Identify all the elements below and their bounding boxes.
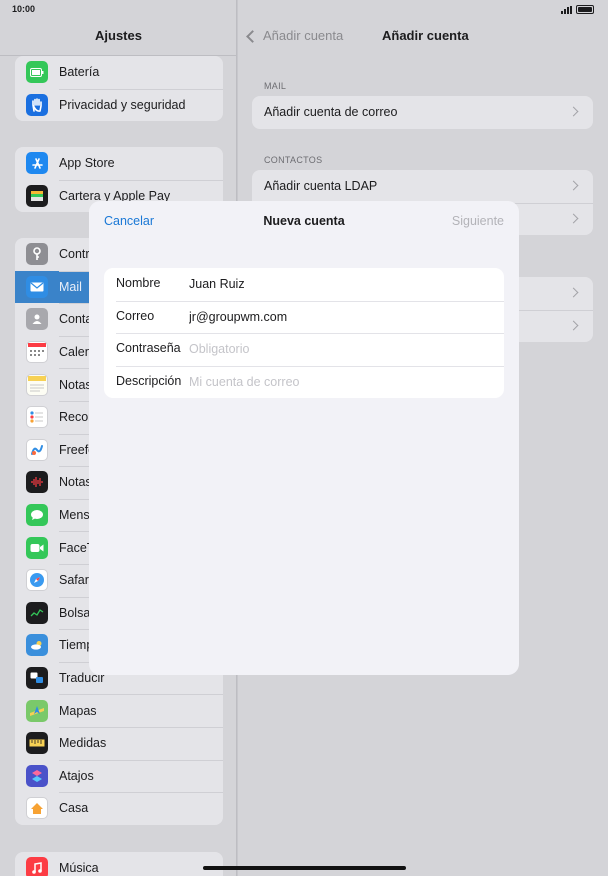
facetime-icon	[26, 536, 48, 559]
email-row: Correo	[104, 300, 504, 334]
measure-icon	[26, 732, 48, 755]
notes-icon	[26, 373, 48, 396]
sidebar-item-casa[interactable]: Casa	[15, 792, 223, 825]
mail-icon	[26, 275, 48, 298]
weather-icon	[26, 634, 48, 657]
hand-icon	[26, 93, 48, 116]
chevron-right-icon	[568, 106, 579, 117]
chevron-right-icon	[568, 287, 579, 298]
email-label: Correo	[116, 308, 155, 323]
chevron-left-icon	[246, 29, 259, 43]
sidebar-item-musica[interactable]: Música	[15, 852, 223, 876]
stocks-icon	[26, 601, 48, 624]
chevron-right-icon	[568, 213, 579, 223]
section-header-mail: MAIL	[264, 81, 287, 91]
name-row: Nombre	[104, 268, 504, 301]
home-icon	[26, 797, 48, 820]
chevron-right-icon	[568, 180, 579, 191]
sidebar-item-app-store[interactable]: App Store	[15, 147, 223, 180]
messages-icon	[26, 504, 48, 527]
sidebar-item-label: Medidas	[59, 736, 107, 751]
maps-icon	[26, 699, 48, 722]
name-field[interactable]	[189, 275, 489, 293]
contacts-icon	[26, 308, 48, 331]
reminders-icon	[26, 406, 48, 429]
sidebar-title: Ajustes	[95, 28, 142, 43]
sidebar-item-medidas[interactable]: Medidas	[15, 726, 223, 760]
app-store-icon	[26, 152, 48, 175]
add-ldap-account-row[interactable]: Añadir cuenta LDAP	[252, 170, 593, 203]
sidebar-item-label: Batería	[59, 65, 100, 80]
music-icon	[26, 857, 48, 876]
sidebar-item-label: Notas	[59, 377, 92, 392]
sidebar-item-label: Casa	[59, 801, 89, 816]
sidebar-item-label: Conta	[59, 312, 93, 327]
detail-nav-bar: Añadir cuenta Añadir cuenta	[238, 28, 608, 48]
sidebar-group-4: Música	[15, 852, 223, 876]
back-button[interactable]: Añadir cuenta	[246, 28, 344, 43]
description-field[interactable]	[189, 372, 489, 391]
sidebar-item-label: Mail	[59, 279, 82, 294]
back-label: Añadir cuenta	[263, 28, 344, 43]
sidebar-item-label: Atajos	[59, 768, 94, 783]
status-bar: 10:00	[0, 0, 608, 20]
sidebar-item-mapas[interactable]: Mapas	[15, 694, 223, 727]
description-label: Descripción	[116, 373, 182, 388]
key-icon	[26, 243, 48, 266]
section-header-contactos: CONTACTOS	[264, 155, 323, 165]
add-mail-account-row[interactable]: Añadir cuenta de correo	[252, 96, 593, 129]
status-time: 10:00	[12, 4, 36, 14]
sidebar-item-label: Contr	[59, 247, 90, 262]
sidebar-item-bateria[interactable]: Batería	[15, 56, 223, 89]
status-indicators	[561, 5, 594, 14]
shortcuts-icon	[26, 764, 48, 787]
detail-title: Añadir cuenta	[382, 28, 469, 43]
home-indicator[interactable]	[203, 866, 406, 870]
next-button[interactable]: Siguiente	[452, 214, 504, 228]
email-field[interactable]	[189, 307, 489, 326]
sidebar-item-atajos[interactable]: Atajos	[15, 759, 223, 793]
battery-status-icon	[576, 5, 594, 14]
sidebar-item-label: Safar	[59, 573, 89, 588]
signal-icon	[561, 5, 572, 14]
password-row: Contraseña	[104, 333, 504, 366]
sidebar-group-1: Batería Privacidad y seguridad	[15, 56, 223, 122]
sidebar-item-label: Mapas	[59, 703, 97, 718]
sidebar-item-privacidad[interactable]: Privacidad y seguridad	[15, 88, 223, 122]
sidebar-item-label: Calen	[59, 345, 92, 360]
sidebar-item-label: App Store	[59, 156, 115, 171]
cancel-button[interactable]: Cancelar	[104, 214, 154, 228]
row-label: Añadir cuenta de correo	[264, 105, 398, 120]
sidebar-item-label: Mens	[59, 508, 90, 523]
wallet-icon	[26, 184, 48, 207]
description-row: Descripción	[104, 365, 504, 399]
name-label: Nombre	[116, 276, 161, 290]
translate-icon	[26, 667, 48, 690]
freeform-icon	[26, 438, 48, 461]
sidebar-item-label: Bolsa	[59, 605, 91, 620]
sidebar-item-label: Música	[59, 861, 99, 876]
sidebar-item-label: Recor	[59, 410, 93, 425]
sidebar-item-label: Privacidad y seguridad	[59, 97, 186, 112]
chevron-right-icon	[568, 320, 579, 330]
section-mail: Añadir cuenta de correo	[252, 96, 593, 129]
password-label: Contraseña	[116, 341, 181, 355]
voice-memos-icon	[26, 471, 48, 494]
password-field[interactable]	[189, 340, 489, 358]
sidebar-item-label: Notas	[59, 475, 92, 490]
calendar-icon	[26, 341, 48, 364]
row-label: Añadir cuenta LDAP	[264, 179, 378, 194]
battery-icon	[26, 61, 48, 84]
new-account-sheet: Nueva cuenta Cancelar Siguiente Nombre C…	[89, 201, 519, 675]
sheet-nav-bar: Nueva cuenta Cancelar Siguiente	[89, 214, 519, 230]
account-form: Nombre Correo Contraseña Descripción	[104, 268, 504, 398]
safari-icon	[26, 569, 48, 592]
